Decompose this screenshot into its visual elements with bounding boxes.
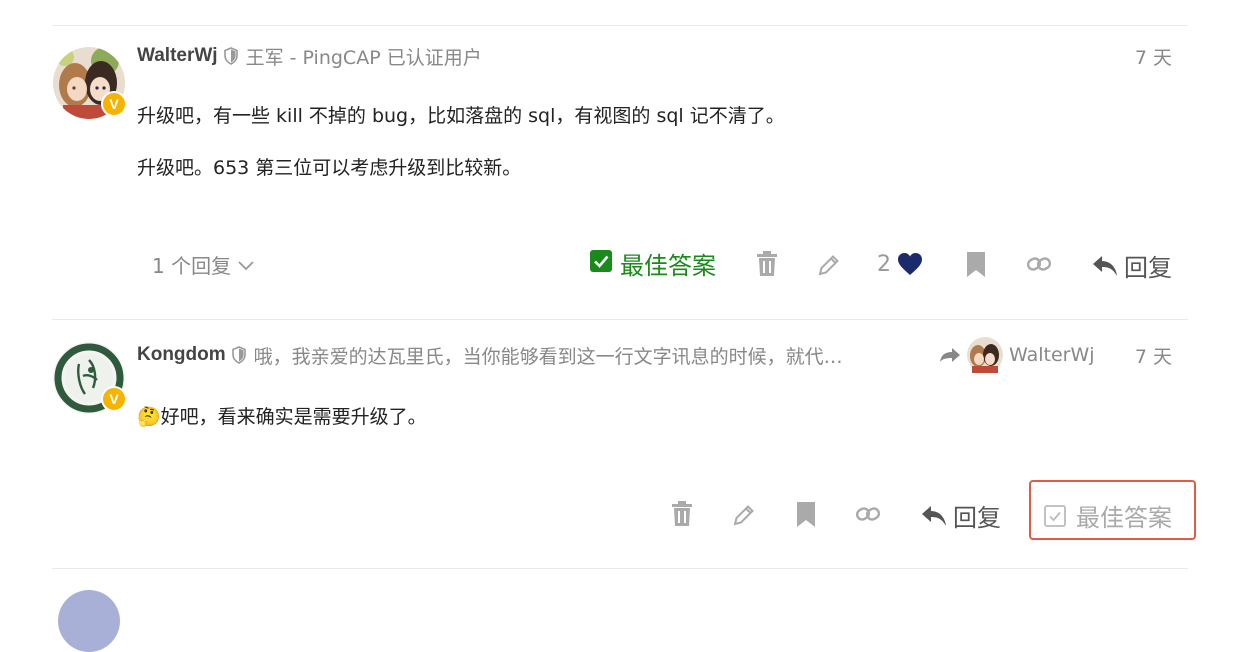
like-count: 2 bbox=[877, 251, 891, 277]
next-post-avatar-partial bbox=[58, 590, 120, 652]
bookmark-button[interactable] bbox=[966, 251, 986, 277]
share-link-button[interactable] bbox=[1026, 253, 1052, 275]
reply-to-avatar bbox=[967, 337, 1003, 373]
username[interactable]: WalterWj bbox=[137, 45, 218, 67]
bookmark-icon bbox=[797, 501, 815, 527]
share-arrow-icon bbox=[940, 348, 960, 362]
post-date[interactable]: 7 天 bbox=[1135, 340, 1172, 370]
divider bbox=[52, 319, 1188, 320]
reply-label: 回复 bbox=[1124, 254, 1172, 282]
divider bbox=[52, 568, 1188, 569]
link-icon bbox=[856, 507, 880, 521]
edit-button[interactable] bbox=[816, 252, 842, 278]
username[interactable]: Kongdom bbox=[137, 344, 226, 366]
post-meta: WalterWj 王军 - PingCAP 已认证用户 bbox=[137, 41, 482, 71]
avatar-walterwj[interactable]: V bbox=[53, 47, 127, 119]
post-date[interactable]: 7 天 bbox=[1135, 41, 1172, 71]
avatar-kongdom[interactable]: V bbox=[53, 342, 127, 414]
post-paragraph: 升级吧，有一些 kill 不掉的 bug，比如落盘的 sql，有视图的 sql … bbox=[137, 105, 785, 127]
trash-icon bbox=[757, 251, 777, 276]
post-meta: Kongdom 哦，我亲爱的达瓦里氏，当你能够看到这一行文字讯息的时候，就代… bbox=[137, 340, 843, 370]
bookmark-icon bbox=[967, 251, 985, 277]
reply-button[interactable]: 回复 bbox=[1092, 248, 1172, 283]
show-replies-button[interactable]: 1 个回复 bbox=[152, 250, 255, 279]
heart-icon bbox=[898, 253, 922, 275]
user-title: 哦，我亲爱的达瓦里氏，当你能够看到这一行文字讯息的时候，就代… bbox=[253, 345, 843, 368]
verified-badge-icon: V bbox=[101, 91, 127, 117]
mark-solution-button[interactable]: 最佳答案 bbox=[1044, 498, 1172, 533]
link-icon bbox=[1027, 257, 1051, 271]
solution-button[interactable]: 最佳答案 bbox=[590, 246, 720, 281]
delete-button[interactable] bbox=[670, 500, 694, 528]
pencil-icon bbox=[818, 255, 839, 276]
reply-label: 回复 bbox=[953, 504, 1001, 532]
solution-label: 最佳答案 bbox=[620, 252, 716, 280]
reply-to-username: WalterWj bbox=[1009, 344, 1095, 366]
reply-to-tab[interactable]: WalterWj bbox=[939, 337, 1095, 373]
like-button[interactable]: 2 bbox=[877, 250, 923, 278]
thinking-face-emoji: 🤔 bbox=[137, 406, 161, 428]
trash-icon bbox=[672, 501, 692, 526]
divider-top bbox=[52, 25, 1188, 26]
solution-label: 最佳答案 bbox=[1076, 504, 1172, 532]
verified-badge-icon: V bbox=[101, 386, 127, 412]
user-title: 王军 - PingCAP 已认证用户 bbox=[245, 46, 482, 69]
reply-button[interactable]: 回复 bbox=[921, 498, 1001, 533]
edit-button[interactable] bbox=[731, 502, 757, 528]
bookmark-button[interactable] bbox=[796, 501, 816, 527]
post-text: 好吧，看来确实是需要升级了。 bbox=[160, 406, 427, 428]
delete-button[interactable] bbox=[755, 250, 779, 278]
pencil-icon bbox=[733, 505, 754, 526]
post-actions: 最佳答案 bbox=[590, 246, 720, 281]
post-paragraph: 升级吧。653 第三位可以考虑升级到比较新。 bbox=[137, 157, 522, 179]
reply-arrow-icon bbox=[1093, 255, 1117, 276]
replies-count-label: 1 个回复 bbox=[152, 254, 232, 278]
share-link-button[interactable] bbox=[855, 503, 881, 525]
shield-icon bbox=[231, 346, 246, 364]
checkbox-unchecked-icon bbox=[1044, 504, 1066, 527]
shield-icon bbox=[223, 47, 238, 65]
chevron-down-icon bbox=[237, 253, 255, 277]
post-paragraph: 🤔好吧，看来确实是需要升级了。 bbox=[137, 402, 427, 429]
checkbox-checked-icon bbox=[590, 249, 612, 278]
reply-arrow-icon bbox=[922, 505, 946, 526]
